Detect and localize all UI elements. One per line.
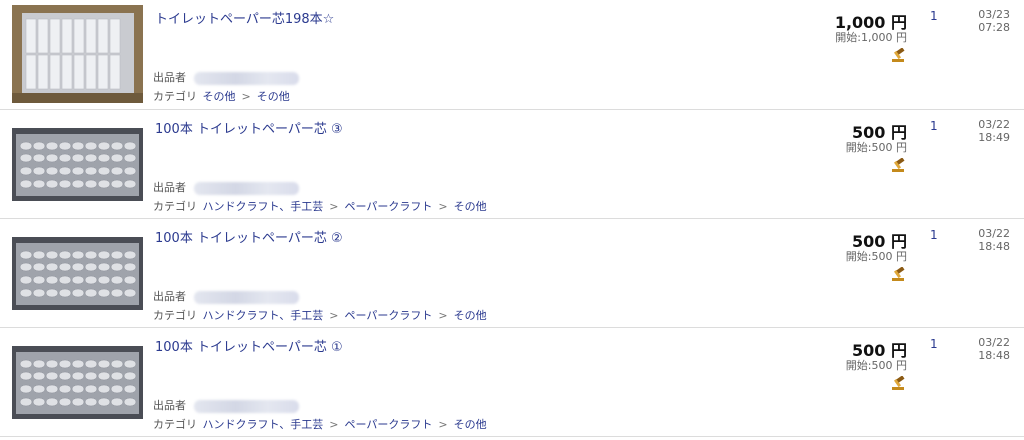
listing-title-link[interactable]: 100本 トイレットペーパー芯 ② [155,227,343,246]
seller-info: 出品者 [153,69,299,85]
seller-info: 出品者 [153,288,299,304]
breadcrumb-separator: > [329,418,339,431]
category-link[interactable]: ハンドクラフト、手工芸 [203,200,324,213]
listing-thumbnail[interactable] [12,128,143,201]
seller-label: 出品者 [153,181,186,194]
auction-hammer-icon [892,48,905,62]
listing-row: 100本 トイレットペーパー芯 ① 出品者 カテゴリ ハンドクラフト、手工芸 > ペ… [0,328,1024,437]
seller-label: 出品者 [153,290,186,303]
category-breadcrumb: カテゴリ その他 > その他 [153,88,290,104]
listing-title-link[interactable]: 100本 トイレットペーパー芯 ③ [155,118,343,137]
start-price: 開始:500 円 [845,250,907,263]
end-date: 03/22 [978,118,1010,131]
start-price: 開始:1,000 円 [835,31,907,44]
category-link[interactable]: ペーパークラフト [345,309,433,322]
category-label: カテゴリ [153,90,197,103]
seller-info: 出品者 [153,397,299,413]
end-time: 18:49 [978,131,1010,144]
auction-hammer-icon [892,376,905,390]
category-link[interactable]: その他 [454,200,487,213]
end-time: 18:48 [978,240,1010,253]
breadcrumb-separator: > [241,90,251,103]
category-link[interactable]: その他 [203,90,236,103]
listing-title-link[interactable]: トイレットペーパー芯198本☆ [155,8,334,27]
category-breadcrumb: カテゴリ ハンドクラフト、手工芸 > ペーパークラフト > その他 [153,307,487,323]
seller-name-redacted[interactable] [194,290,299,304]
seller-label: 出品者 [153,399,186,412]
end-datetime: 03/22 18:48 [978,336,1010,362]
seller-info: 出品者 [153,179,299,195]
category-link[interactable]: その他 [257,90,290,103]
end-time: 07:28 [978,21,1010,34]
category-breadcrumb: カテゴリ ハンドクラフト、手工芸 > ペーパークラフト > その他 [153,416,487,432]
category-link[interactable]: ペーパークラフト [345,200,433,213]
end-date: 03/22 [978,227,1010,240]
listing-thumbnail[interactable] [12,346,143,419]
bid-count-link[interactable]: 1 [930,337,938,351]
listing-thumbnail[interactable] [12,5,143,103]
end-datetime: 03/23 07:28 [978,8,1010,34]
auction-hammer-icon [892,158,905,172]
breadcrumb-separator: > [329,309,339,322]
category-link[interactable]: ハンドクラフト、手工芸 [203,418,324,431]
breadcrumb-separator: > [438,309,448,322]
bid-count-link[interactable]: 1 [930,119,938,133]
seller-name-redacted[interactable] [194,181,299,195]
end-time: 18:48 [978,349,1010,362]
breadcrumb-separator: > [438,200,448,213]
breadcrumb-separator: > [329,200,339,213]
category-link[interactable]: その他 [454,309,487,322]
end-date: 03/22 [978,336,1010,349]
seller-name-redacted[interactable] [194,71,299,85]
start-price: 開始:500 円 [845,141,907,154]
seller-name-redacted[interactable] [194,399,299,413]
auction-listing-table: トイレットペーパー芯198本☆ 出品者 カテゴリ その他 > その他 1,000 円… [0,0,1024,440]
category-link[interactable]: ハンドクラフト、手工芸 [203,309,324,322]
end-datetime: 03/22 18:49 [978,118,1010,144]
auction-hammer-icon [892,267,905,281]
category-breadcrumb: カテゴリ ハンドクラフト、手工芸 > ペーパークラフト > その他 [153,198,487,214]
bid-count-link[interactable]: 1 [930,9,938,23]
bid-count-link[interactable]: 1 [930,228,938,242]
listing-row: トイレットペーパー芯198本☆ 出品者 カテゴリ その他 > その他 1,000 円… [0,0,1024,110]
start-price: 開始:500 円 [845,359,907,372]
category-label: カテゴリ [153,418,197,431]
listing-row: 100本 トイレットペーパー芯 ③ 出品者 カテゴリ ハンドクラフト、手工芸 > ペ… [0,110,1024,219]
listing-title-link[interactable]: 100本 トイレットペーパー芯 ① [155,336,343,355]
listing-row: 100本 トイレットペーパー芯 ② 出品者 カテゴリ ハンドクラフト、手工芸 > ペ… [0,219,1024,328]
category-label: カテゴリ [153,309,197,322]
breadcrumb-separator: > [438,418,448,431]
end-datetime: 03/22 18:48 [978,227,1010,253]
seller-label: 出品者 [153,71,186,84]
category-link[interactable]: ペーパークラフト [345,418,433,431]
listing-thumbnail[interactable] [12,237,143,310]
category-link[interactable]: その他 [454,418,487,431]
category-label: カテゴリ [153,200,197,213]
end-date: 03/23 [978,8,1010,21]
